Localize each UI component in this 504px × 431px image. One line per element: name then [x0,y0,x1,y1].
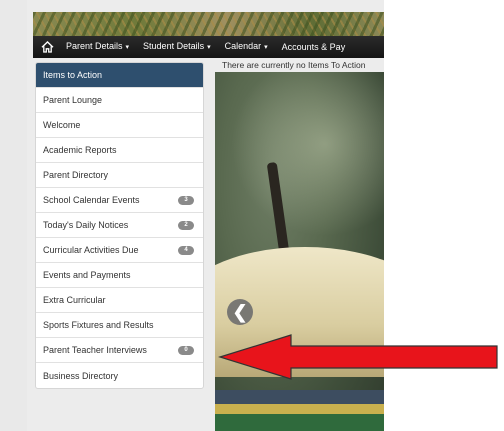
carousel-prev-button[interactable]: ❮ [227,299,253,325]
sidebar-item-label: Extra Curricular [43,295,106,305]
nav-student-details[interactable]: Student Details ▾ [136,36,218,58]
chevron-down-icon: ▾ [207,44,211,51]
sidebar-item-label: Items to Action [43,70,103,80]
nav-parent-details[interactable]: Parent Details ▾ [59,36,136,58]
sidebar-item-label: Sports Fixtures and Results [43,320,154,330]
sidebar-item-label: Today's Daily Notices [43,220,129,230]
photo-stripe [215,414,384,431]
sidebar-item-sports-fixtures[interactable]: Sports Fixtures and Results [36,313,203,338]
sidebar-item-label: Parent Lounge [43,95,103,105]
sidebar-item-daily-notices[interactable]: Today's Daily Notices 2 [36,213,203,238]
sidebar-item-school-calendar-events[interactable]: School Calendar Events 3 [36,188,203,213]
sidebar-item-label: Curricular Activities Due [43,245,139,255]
chevron-left-icon: ❮ [232,302,248,322]
sidebar-item-events-and-payments[interactable]: Events and Payments [36,263,203,288]
sidebar-item-label: Parent Directory [43,170,109,180]
sidebar-item-label: Business Directory [43,370,119,381]
sidebar-item-parent-lounge[interactable]: Parent Lounge [36,88,203,113]
nav-label: Parent Details [66,41,123,51]
nav-accounts-payments[interactable]: Accounts & Pay [275,36,353,58]
sidebar-menu: Items to Action Parent Lounge Welcome Ac… [35,62,204,389]
count-badge: 0 [178,345,194,355]
header-banner-image [33,12,384,36]
sidebar-item-parent-directory[interactable]: Parent Directory [36,163,203,188]
sidebar-item-academic-reports[interactable]: Academic Reports [36,138,203,163]
sidebar-item-label: Events and Payments [43,270,131,280]
nav-label: Accounts & Pay [281,42,346,52]
sidebar-item-label: Parent Teacher Interviews [43,345,147,355]
sidebar-item-label: School Calendar Events [43,195,140,205]
photo-stripe [215,390,384,404]
red-arrow-icon [218,334,498,380]
page-gutter [0,0,27,431]
main-navbar: Parent Details ▾ Student Details ▾ Calenda… [33,36,384,58]
sidebar-item-business-directory[interactable]: Business Directory [36,363,203,388]
sidebar-item-label: Academic Reports [43,145,117,155]
count-badge: 2 [178,220,194,230]
nav-label: Student Details [143,41,205,51]
items-to-action-notice: There are currently no Items To Action [222,60,366,70]
sidebar-item-extra-curricular[interactable]: Extra Curricular [36,288,203,313]
nav-label: Calendar [224,41,262,51]
nav-calendar[interactable]: Calendar ▾ [218,36,275,58]
sidebar-item-curricular-activities-due[interactable]: Curricular Activities Due 4 [36,238,203,263]
photo-stripe [215,404,384,414]
photo-background [215,72,384,252]
sidebar-item-parent-teacher-interviews[interactable]: Parent Teacher Interviews 0 [36,338,203,363]
chevron-down-icon: ▾ [125,44,130,51]
count-badge: 3 [178,195,194,205]
chevron-down-icon: ▾ [264,44,268,51]
sidebar-item-welcome[interactable]: Welcome [36,113,203,138]
sidebar-item-items-to-action[interactable]: Items to Action [36,63,203,88]
home-icon[interactable] [35,36,59,58]
sidebar-item-label: Welcome [43,120,81,130]
count-badge: 4 [178,245,194,255]
